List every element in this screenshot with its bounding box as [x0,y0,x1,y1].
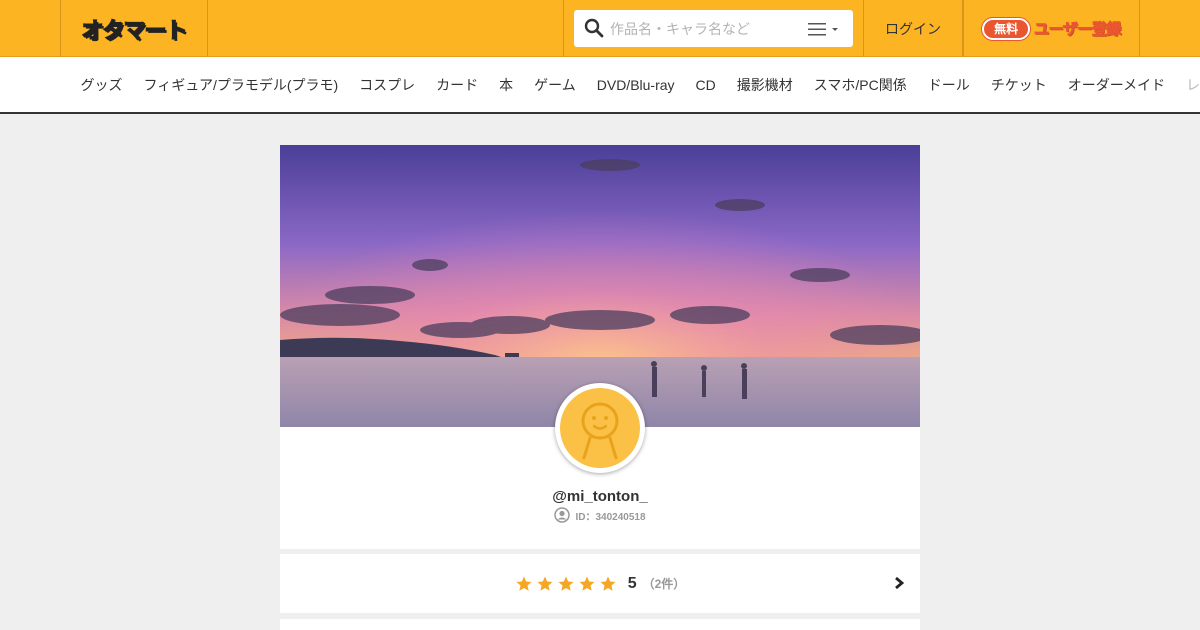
category-item[interactable]: ゲーム [524,75,587,95]
search-input[interactable] [610,10,800,47]
site-header: オタマート ログイン 無料 ユーザー登録 [0,0,1200,57]
user-id-row: ID：340240518 [280,507,920,523]
category-item[interactable]: 撮影機材 [726,75,803,95]
category-item[interactable]: カード [426,75,489,95]
user-circle-icon [554,507,571,523]
rating-count: （2件） [642,577,686,591]
category-item[interactable]: チケット [980,75,1057,95]
default-avatar-icon [581,402,619,460]
rating-stars [515,575,617,593]
rating-row[interactable]: 5 （2件） [280,554,920,613]
star-icon [600,576,616,591]
category-item[interactable]: オーダーメイド [1057,75,1175,95]
category-item[interactable]: グッズ [70,75,133,95]
rating-score: 5 [627,574,637,592]
site-logo: オタマート [81,16,188,44]
menu-icon[interactable] [808,21,844,37]
login-button[interactable]: ログイン [863,0,963,57]
category-item[interactable]: CD [685,77,726,93]
star-icon [558,576,574,591]
category-item[interactable]: ドール [917,75,980,95]
profile-card: @mi_tonton_ ID：340240518 [280,145,920,549]
register-label: ユーザー登録 [1034,21,1122,39]
star-icon [537,576,553,591]
next-section-card [280,619,920,630]
category-nav: グッズ フィギュア/プラモデル(プラモ) コスプレ カード 本 ゲーム DVD/… [0,57,1200,114]
category-item[interactable]: フィギュア/プラモデル(プラモ) [133,75,349,95]
category-item[interactable]: スマホ/PC関係 [803,75,917,95]
register-button[interactable]: 無料 ユーザー登録 [963,0,1140,57]
user-id: ID：340240518 [575,511,646,523]
logo-link[interactable]: オタマート [60,0,208,57]
category-item[interactable]: DVD/Blu-ray [586,77,685,93]
header-divider [563,0,564,57]
search-box [574,10,853,47]
logo-text: オタマート [81,18,188,44]
category-item[interactable]: 本 [489,75,524,95]
star-icon [516,576,532,591]
chevron-right-icon[interactable] [894,576,904,590]
star-icon [579,576,595,591]
free-badge: 無料 [982,17,1031,40]
category-item[interactable]: レ [1176,75,1200,95]
category-item[interactable]: コスプレ [349,75,426,95]
username: @mi_tonton_ [552,488,648,505]
search-icon[interactable] [584,18,604,38]
avatar [555,383,645,473]
login-label: ログイン [885,20,941,37]
